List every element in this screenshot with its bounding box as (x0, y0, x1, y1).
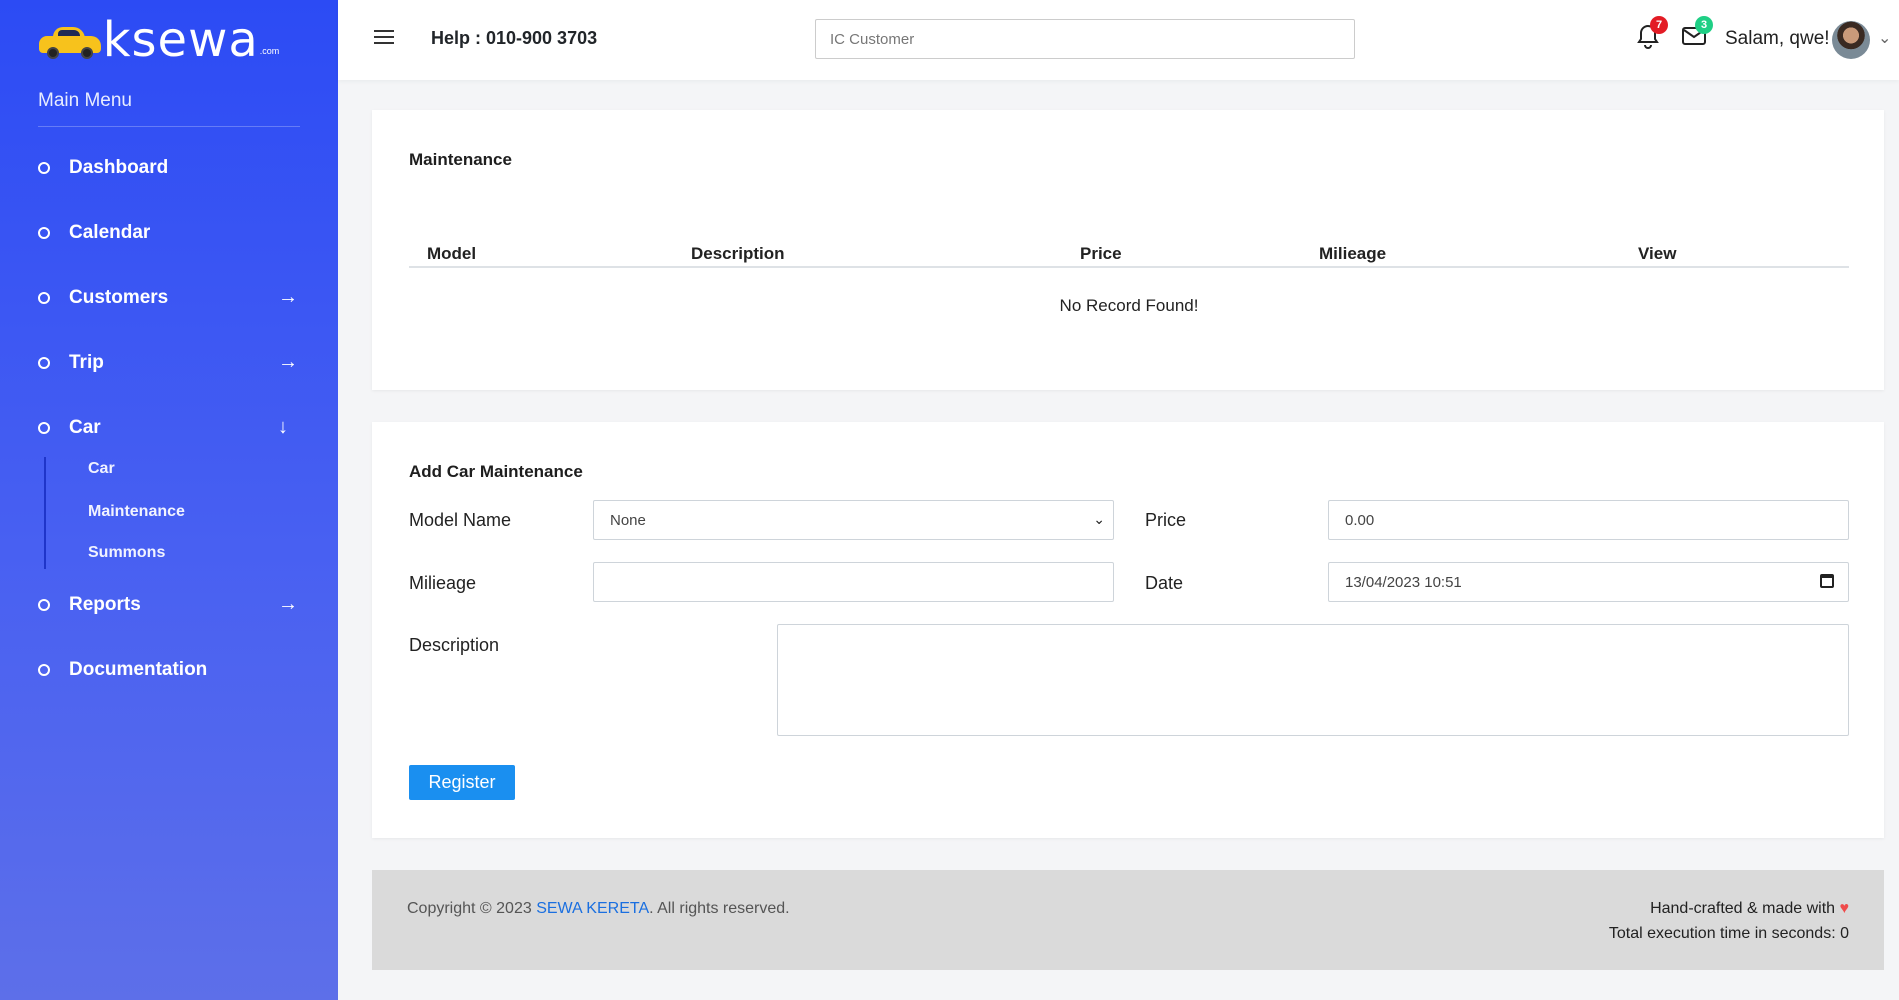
sidebar-item-car[interactable]: Car ↓ (0, 395, 338, 460)
form-title: Add Car Maintenance (409, 462, 583, 481)
messages-button[interactable]: 3 (1681, 16, 1713, 52)
maintenance-card: Maintenance Model Description Price Mili… (372, 110, 1884, 390)
arrow-right-icon: → (278, 351, 298, 373)
logo-text: ksewa (102, 12, 259, 68)
circle-icon (38, 356, 50, 369)
column-header: Price (1080, 244, 1122, 263)
register-button[interactable]: Register (409, 765, 515, 800)
sidebar-item-label: Car (69, 416, 101, 438)
notifications-button[interactable]: 7 (1636, 16, 1668, 52)
hamburger-menu-icon[interactable] (374, 30, 394, 44)
ic-customer-search-input[interactable] (815, 19, 1355, 59)
help-phone: Help : 010-900 3703 (431, 28, 598, 48)
model-name-select[interactable]: None ⌄ (593, 500, 1114, 540)
sidebar-nav: Dashboard Calendar Customers → Trip → Ca… (0, 135, 338, 702)
model-name-value: None (610, 511, 646, 529)
mileage-input[interactable] (593, 562, 1114, 602)
circle-icon (38, 161, 50, 174)
date-label: Date (1145, 573, 1184, 593)
sidebar-item-dashboard[interactable]: Dashboard (0, 135, 338, 200)
copyright-suffix: . All rights reserved. (649, 900, 790, 917)
submenu-item-maintenance[interactable]: Maintenance (88, 491, 338, 532)
car-logo-icon (38, 27, 101, 59)
top-bar: Help : 010-900 3703 7 3 Salam, qwe! ⌄ (338, 0, 1899, 80)
sidebar-item-label: Reports (69, 593, 141, 615)
sidebar-item-documentation[interactable]: Documentation (0, 637, 338, 702)
menu-title: Main Menu (38, 90, 300, 127)
circle-icon (38, 226, 50, 239)
copyright: Copyright © 2023 SEWA KERETA. All rights… (407, 900, 790, 918)
table-header: Model Description Price Milieage View (409, 230, 1849, 268)
submenu-item-summons[interactable]: Summons (88, 532, 338, 573)
price-label: Price (1145, 510, 1187, 530)
add-maintenance-card: Add Car Maintenance Model Name None ⌄ Pr… (372, 422, 1884, 838)
handcrafted-note: Hand-crafted & made with ♥ (1650, 900, 1849, 918)
description-textarea[interactable] (777, 624, 1849, 736)
logo-suffix: .com (259, 46, 280, 56)
sidebar-item-calendar[interactable]: Calendar (0, 200, 338, 265)
circle-icon (38, 598, 50, 611)
footer: Copyright © 2023 SEWA KERETA. All rights… (372, 870, 1884, 970)
sidebar: ksewa .com Main Menu Dashboard Calendar … (0, 0, 338, 1000)
heart-icon: ♥ (1839, 900, 1850, 917)
maintenance-title: Maintenance (409, 150, 512, 169)
sidebar-item-label: Calendar (69, 221, 151, 243)
calendar-icon[interactable] (1820, 574, 1834, 588)
sidebar-item-reports[interactable]: Reports → (0, 572, 338, 637)
car-submenu: Car Maintenance Summons (44, 457, 338, 569)
messages-badge: 3 (1695, 16, 1713, 34)
sidebar-item-label: Customers (69, 286, 169, 308)
price-value: 0.00 (1345, 511, 1375, 529)
handcrafted-text: Hand-crafted & made with (1650, 900, 1836, 917)
submenu-item-car[interactable]: Car (88, 457, 338, 491)
avatar[interactable] (1832, 21, 1870, 59)
column-header: View (1638, 244, 1677, 263)
user-greeting[interactable]: Salam, qwe! (1725, 28, 1830, 50)
circle-icon (38, 421, 50, 434)
sidebar-item-trip[interactable]: Trip → (0, 330, 338, 395)
sidebar-item-label: Dashboard (69, 156, 169, 178)
mileage-label: Milieage (409, 573, 477, 593)
arrow-down-icon: ↓ (278, 416, 288, 438)
circle-icon (38, 663, 50, 676)
notifications-badge: 7 (1650, 16, 1668, 34)
sidebar-item-label: Documentation (69, 658, 208, 680)
date-input[interactable]: 13/04/2023 10:51 (1328, 562, 1849, 602)
brand-logo[interactable]: ksewa .com (0, 0, 338, 80)
column-header: Milieage (1319, 244, 1387, 263)
arrow-right-icon: → (278, 593, 298, 615)
column-header: Description (691, 244, 785, 263)
copyright-prefix: Copyright © 2023 (407, 900, 537, 917)
arrow-right-icon: → (278, 286, 298, 308)
model-name-label: Model Name (409, 510, 512, 530)
price-input[interactable]: 0.00 (1328, 500, 1849, 540)
empty-message: No Record Found! (1059, 296, 1199, 315)
chevron-down-icon[interactable]: ⌄ (1878, 28, 1891, 48)
sidebar-item-label: Trip (69, 351, 104, 373)
date-value: 13/04/2023 10:51 (1345, 573, 1462, 591)
column-header: Model (427, 244, 477, 263)
circle-icon (38, 291, 50, 304)
description-label: Description (409, 635, 500, 655)
company-link[interactable]: SEWA KERETA (536, 900, 649, 917)
chevron-down-icon: ⌄ (1093, 511, 1105, 527)
execution-time: Total execution time in seconds: 0 (1608, 925, 1849, 942)
sidebar-item-customers[interactable]: Customers → (0, 265, 338, 330)
